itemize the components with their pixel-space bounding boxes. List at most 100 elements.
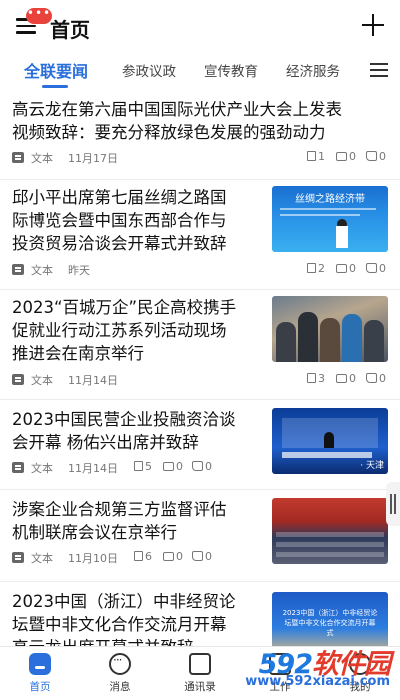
document-icon bbox=[12, 264, 24, 275]
article-thumbnail[interactable]: 2023中国（浙江）中非经贸论坛暨中非文化合作交流月开幕式 bbox=[272, 592, 388, 646]
likes-count: 0 bbox=[205, 550, 212, 563]
thumb-person bbox=[342, 314, 362, 362]
list-item[interactable]: 2023中国（浙江）中非经贸论 坛暨中非文化合作交流月开幕 高云龙出席开幕式并致… bbox=[0, 582, 400, 646]
pages-count: 1 bbox=[318, 150, 325, 163]
article-title-line: 2023中国民营企业投融资洽谈 bbox=[12, 410, 236, 429]
tab-education[interactable]: 宣传教育 bbox=[204, 60, 258, 80]
tab-politics[interactable]: 参政议政 bbox=[122, 60, 176, 80]
article-title-line: 2023“百城万企”民企高校携手 bbox=[12, 298, 237, 317]
likes-stat[interactable]: 0 bbox=[366, 150, 386, 163]
tabs-menu-icon[interactable] bbox=[370, 63, 388, 77]
article-title[interactable]: 邱小平出席第七届丝绸之路国 际博览会暨中国东西部合作与 投资贸易洽谈会开幕式并致… bbox=[12, 186, 227, 255]
article-title-line: 涉案企业合规第三方监督评估 bbox=[12, 500, 227, 519]
article-title-line: 会开幕 杨佑兴出席并致辞 bbox=[12, 433, 199, 452]
nav-label: 首页 bbox=[29, 681, 51, 693]
comments-count: 0 bbox=[349, 262, 356, 275]
tab-economic-services[interactable]: 经济服务 bbox=[286, 60, 340, 80]
document-icon bbox=[12, 462, 24, 473]
list-item[interactable]: 2023“百城万企”民企高校携手 促就业行动江苏系列活动现场 推进会在南京举行 … bbox=[0, 290, 400, 400]
pages-stat: 6 bbox=[134, 550, 152, 563]
list-item[interactable]: 2023中国民营企业投融资洽谈 会开幕 杨佑兴出席并致辞 · 天津 文本 11月… bbox=[0, 400, 400, 490]
list-item[interactable]: 涉案企业合规第三方监督评估 机制联席会议在京举行 文本 11月10日 6 0 0 bbox=[0, 490, 400, 582]
like-icon bbox=[366, 151, 377, 161]
article-date: 昨天 bbox=[68, 264, 90, 277]
article-title[interactable]: 2023中国（浙江）中非经贸论 坛暨中非文化合作交流月开幕 高云龙出席开幕式并致… bbox=[12, 590, 236, 646]
comments-stat[interactable]: 0 bbox=[336, 372, 356, 385]
comments-count: 0 bbox=[349, 150, 356, 163]
likes-stat[interactable]: 0 bbox=[192, 460, 212, 473]
thumb-banner-text: 2023中国（浙江）中非经贸论坛暨中非文化合作交流月开幕式 bbox=[282, 609, 378, 637]
comment-icon bbox=[163, 552, 174, 561]
pages-stat: 2 bbox=[307, 262, 325, 275]
article-date: 11月14日 bbox=[68, 462, 118, 475]
tab-national-news[interactable]: 全联要闻 bbox=[24, 58, 88, 82]
likes-stat[interactable]: 0 bbox=[366, 262, 386, 275]
article-title[interactable]: 2023中国民营企业投融资洽谈 会开幕 杨佑兴出席并致辞 bbox=[12, 408, 236, 454]
article-thumbnail[interactable] bbox=[272, 296, 388, 362]
comments-stat[interactable]: 0 bbox=[336, 150, 356, 163]
article-date: 11月17日 bbox=[68, 152, 118, 165]
pages-icon bbox=[134, 551, 143, 561]
watermark-url: www.592xiazai.com bbox=[245, 674, 390, 689]
list-item[interactable]: 高云龙在第六届中国国际光伏产业大会上发表 视频致辞：要充分释放绿色发展的强劲动力… bbox=[0, 90, 400, 180]
active-tab-indicator bbox=[42, 85, 68, 88]
pages-icon bbox=[134, 461, 143, 471]
comment-icon bbox=[336, 374, 347, 383]
pages-count: 2 bbox=[318, 262, 325, 275]
plus-icon[interactable] bbox=[362, 14, 384, 36]
thumb-line bbox=[280, 208, 376, 210]
pages-icon bbox=[307, 373, 316, 383]
notification-badge: ••• bbox=[26, 7, 52, 24]
nav-home[interactable]: 首页 bbox=[10, 653, 70, 694]
site-watermark: 592软件园 www.592xiazai.com bbox=[194, 642, 394, 694]
likes-stat[interactable]: 0 bbox=[366, 372, 386, 385]
likes-count: 0 bbox=[379, 372, 386, 385]
article-title-line: 际博览会暨中国东西部合作与 bbox=[12, 211, 227, 230]
article-meta: 文本 昨天 2 0 0 bbox=[12, 262, 388, 278]
article-title-line: 投资贸易洽谈会开幕式并致辞 bbox=[12, 234, 227, 253]
nav-messages[interactable]: 消息 bbox=[90, 653, 150, 694]
pages-stat: 1 bbox=[307, 150, 325, 163]
thumb-person bbox=[298, 312, 318, 362]
likes-count: 0 bbox=[205, 460, 212, 473]
like-icon bbox=[192, 551, 203, 561]
pages-stat: 3 bbox=[307, 372, 325, 385]
comments-count: 0 bbox=[176, 460, 183, 473]
article-thumbnail[interactable]: 丝绸之路经济带 bbox=[272, 186, 388, 252]
article-meta: 文本 11月17日 1 0 0 bbox=[12, 150, 388, 166]
article-type: 文本 bbox=[31, 552, 53, 565]
side-drawer-handle[interactable] bbox=[386, 482, 400, 526]
nav-label: 消息 bbox=[109, 681, 131, 693]
message-icon bbox=[109, 653, 131, 675]
comments-stat[interactable]: 0 bbox=[336, 262, 356, 275]
document-icon bbox=[12, 552, 24, 563]
thumb-podium bbox=[336, 226, 348, 248]
article-title[interactable]: 高云龙在第六届中国国际光伏产业大会上发表 视频致辞：要充分释放绿色发展的强劲动力 bbox=[12, 98, 342, 144]
article-title-line: 视频致辞：要充分释放绿色发展的强劲动力 bbox=[12, 123, 326, 142]
like-icon bbox=[192, 461, 203, 471]
article-title[interactable]: 2023“百城万企”民企高校携手 促就业行动江苏系列活动现场 推进会在南京举行 bbox=[12, 296, 236, 365]
pages-count: 6 bbox=[145, 550, 152, 563]
comments-stat[interactable]: 0 bbox=[163, 460, 183, 473]
pages-stat: 5 bbox=[134, 460, 152, 473]
pages-count: 5 bbox=[145, 460, 152, 473]
likes-stat[interactable]: 0 bbox=[192, 550, 212, 563]
list-item[interactable]: 邱小平出席第七届丝绸之路国 际博览会暨中国东西部合作与 投资贸易洽谈会开幕式并致… bbox=[0, 180, 400, 290]
article-title[interactable]: 涉案企业合规第三方监督评估 机制联席会议在京举行 bbox=[12, 498, 227, 544]
article-title-line: 2023中国（浙江）中非经贸论 bbox=[12, 592, 236, 611]
article-type: 文本 bbox=[31, 462, 53, 475]
article-meta: 文本 11月14日 3 0 0 bbox=[12, 372, 388, 388]
thumb-seat-row bbox=[276, 532, 384, 537]
comment-icon bbox=[163, 462, 174, 471]
article-date: 11月10日 bbox=[68, 552, 118, 565]
article-title-line: 机制联席会议在京举行 bbox=[12, 523, 177, 542]
like-icon bbox=[366, 263, 377, 273]
article-meta: 文本 11月14日 5 0 0 bbox=[12, 460, 388, 476]
comments-stat[interactable]: 0 bbox=[163, 550, 183, 563]
thumb-person bbox=[320, 318, 340, 362]
article-title-line: 高云龙在第六届中国国际光伏产业大会上发表 bbox=[12, 100, 342, 119]
article-title-line: 推进会在南京举行 bbox=[12, 344, 144, 363]
like-icon bbox=[366, 373, 377, 383]
thumb-speaker bbox=[324, 432, 334, 448]
article-title-line: 邱小平出席第七届丝绸之路国 bbox=[12, 188, 227, 207]
